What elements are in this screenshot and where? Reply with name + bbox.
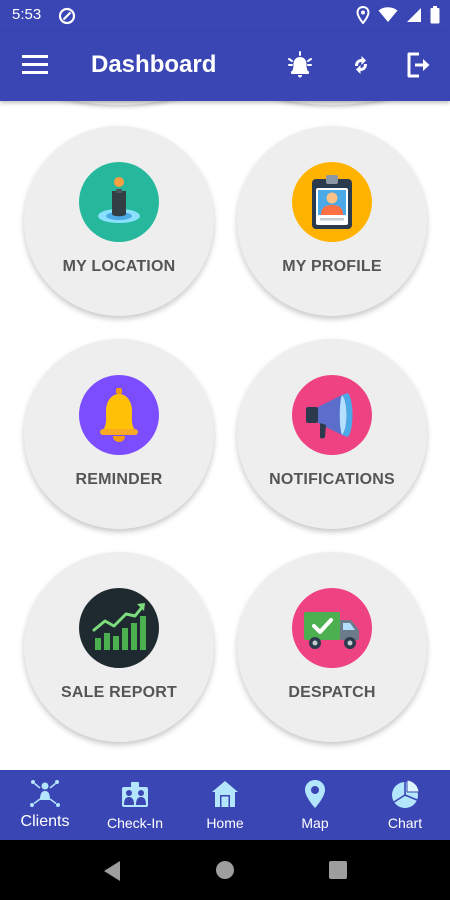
sync-icon[interactable]	[348, 50, 374, 85]
cell-signal-icon	[406, 7, 422, 28]
location-status-icon	[356, 5, 370, 29]
tile-notifications[interactable]: NOTIFICATIONS	[237, 339, 427, 529]
status-time: 5:53	[12, 6, 42, 23]
nav-item-clients[interactable]: Clients	[0, 770, 90, 840]
partial-tile-top-right[interactable]	[237, 101, 427, 105]
tile-label: MY LOCATION	[62, 258, 176, 275]
home-icon	[209, 778, 241, 815]
recents-icon[interactable]	[328, 860, 348, 885]
bottom-navigation: Clients Check-In Home Map Chart	[0, 770, 450, 840]
tile-label: DESPATCH	[288, 684, 376, 701]
nav-item-chart[interactable]: Chart	[360, 770, 450, 840]
nav-label: Clients	[20, 813, 70, 830]
tile-despatch[interactable]: DESPATCH	[237, 552, 427, 742]
tile-label: MY PROFILE	[282, 258, 382, 275]
bar-chart-icon	[79, 588, 159, 668]
status-bar: 5:53	[0, 0, 450, 31]
bell-icon	[79, 375, 159, 455]
location-person-icon	[79, 162, 159, 242]
nav-item-check-in[interactable]: Check-In	[90, 770, 180, 840]
pie-chart-icon	[389, 778, 421, 815]
tile-my-location[interactable]: MY LOCATION	[24, 126, 214, 316]
map-pin-icon	[299, 778, 331, 815]
nav-label: Check-In	[106, 815, 164, 831]
back-icon[interactable]	[102, 860, 122, 887]
nav-item-map[interactable]: Map	[270, 770, 360, 840]
home-circle-icon[interactable]	[215, 860, 235, 885]
delivery-truck-icon	[292, 588, 372, 668]
partial-tile-top-left[interactable]	[24, 101, 214, 105]
clients-icon	[29, 778, 61, 815]
tile-sale-report[interactable]: SALE REPORT	[24, 552, 214, 742]
system-navigation-bar	[0, 840, 450, 900]
nav-label: Home	[206, 815, 244, 831]
dashboard-screen: 5:53 Dashboard MY LOCATION MY PROFILE RE…	[0, 0, 450, 900]
nav-label: Map	[301, 815, 329, 831]
tile-label: SALE REPORT	[61, 684, 177, 701]
battery-icon	[430, 6, 440, 29]
tile-label: NOTIFICATIONS	[269, 471, 395, 488]
logout-icon[interactable]	[404, 50, 434, 85]
app-bar: Dashboard	[0, 31, 450, 101]
wifi-icon	[378, 7, 398, 28]
nav-label: Chart	[387, 815, 423, 831]
alarm-icon[interactable]	[285, 50, 315, 85]
tile-my-profile[interactable]: MY PROFILE	[237, 126, 427, 316]
tile-label: REMINDER	[75, 471, 163, 488]
megaphone-icon	[292, 375, 372, 455]
check-in-icon	[119, 778, 151, 815]
menu-icon[interactable]	[22, 54, 48, 79]
id-badge-icon	[292, 162, 372, 242]
do-not-disturb-icon	[58, 7, 76, 30]
dashboard-grid: MY LOCATION MY PROFILE REMINDER NOTIFICA…	[0, 101, 450, 770]
page-title: Dashboard	[91, 51, 217, 78]
tile-reminder[interactable]: REMINDER	[24, 339, 214, 529]
nav-item-home[interactable]: Home	[180, 770, 270, 840]
